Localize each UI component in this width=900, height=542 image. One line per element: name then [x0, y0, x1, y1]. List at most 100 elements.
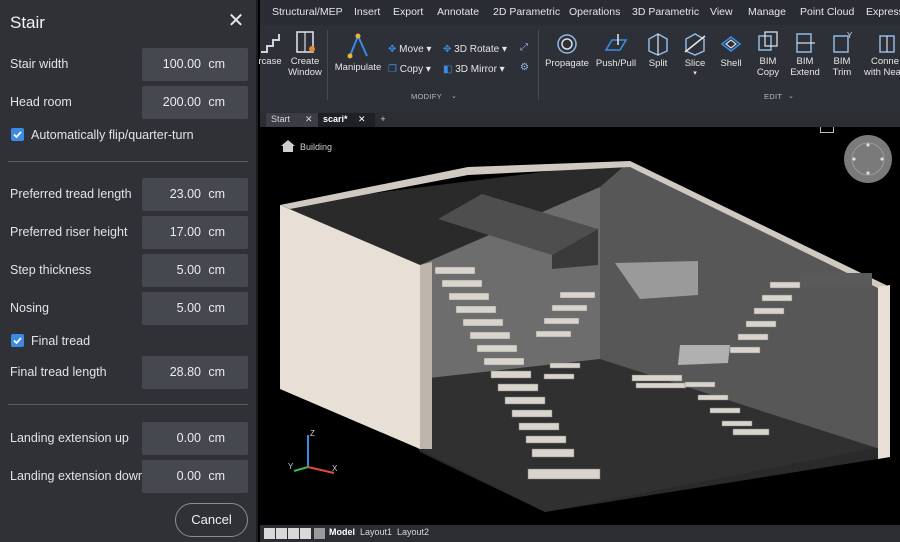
- tread-length-field[interactable]: 23.00 cm: [142, 178, 248, 211]
- auto-flip-checkbox[interactable]: Automatically flip/quarter-turn: [10, 127, 250, 145]
- tab-start-label: Start: [271, 114, 291, 124]
- landing-down-field[interactable]: 0.00 cm: [142, 460, 248, 493]
- landing-up-row: Landing extension up 0.00 cm: [0, 422, 258, 456]
- push-pull-tool[interactable]: Push/Pull: [592, 32, 640, 69]
- menu-operations[interactable]: Operations: [569, 6, 620, 18]
- shell-label: Shell: [720, 58, 742, 69]
- bim-copy-label-1: BIM: [759, 56, 777, 67]
- bim-copy-label-2: Copy: [756, 67, 780, 78]
- copy-icon: ❐: [388, 64, 397, 75]
- staircase-tool[interactable]: rcase: [254, 32, 286, 67]
- menu-2d-parametric[interactable]: 2D Parametric: [493, 6, 560, 18]
- stair-width-field[interactable]: 100.00 cm: [142, 48, 248, 81]
- move-tool[interactable]: ✥ Move ▾: [388, 44, 431, 55]
- home-icon[interactable]: [280, 139, 296, 153]
- create-window-tool[interactable]: Create Window: [287, 30, 323, 78]
- close-icon[interactable]: ✕: [226, 11, 246, 31]
- menu-annotate[interactable]: Annotate: [437, 6, 479, 18]
- viewcube-compass-icon[interactable]: [844, 135, 892, 183]
- landing-up-field[interactable]: 0.00 cm: [142, 422, 248, 455]
- tread-length-row: Preferred tread length 23.00 cm: [0, 178, 258, 212]
- divider: [8, 161, 248, 162]
- final-tread-length-label: Final tread length: [10, 365, 107, 379]
- building-breadcrumb[interactable]: Building: [300, 142, 332, 152]
- prev-layout-icon[interactable]: [276, 528, 287, 539]
- menu-manage[interactable]: Manage: [748, 6, 786, 18]
- nosing-field[interactable]: 5.00 cm: [142, 292, 248, 325]
- final-tread-length-field[interactable]: 28.80 cm: [142, 356, 248, 389]
- tread-length-unit: cm: [208, 187, 225, 201]
- axis-z-label: Z: [310, 429, 315, 438]
- landing-down-label: Landing extension down: [10, 469, 145, 483]
- close-icon[interactable]: ✕: [305, 113, 313, 126]
- riser-height-field[interactable]: 17.00 cm: [142, 216, 248, 249]
- last-layout-icon[interactable]: [300, 528, 311, 539]
- final-tread-length-row: Final tread length 28.80 cm: [0, 356, 258, 390]
- menu-view[interactable]: View: [710, 6, 733, 18]
- scale-icon[interactable]: ⤢: [520, 42, 528, 53]
- staircase-label: rcase: [258, 56, 282, 67]
- slice-tool[interactable]: Slice ▾: [678, 32, 712, 77]
- split-tool[interactable]: Split: [643, 32, 673, 69]
- menu-export[interactable]: Export: [393, 6, 423, 18]
- landing-up-unit: cm: [208, 431, 225, 445]
- head-room-field[interactable]: 200.00 cm: [142, 86, 248, 119]
- bim-extend-label-2: Extend: [790, 67, 820, 78]
- bim-trim-icon: Y: [833, 31, 853, 53]
- shell-tool[interactable]: Shell: [715, 32, 747, 69]
- stair-model-render: [280, 161, 890, 512]
- modify-group-label: MODIFY: [411, 92, 442, 101]
- cancel-button[interactable]: Cancel: [175, 503, 248, 537]
- head-room-label: Head room: [10, 95, 72, 109]
- menu-insert[interactable]: Insert: [354, 6, 380, 18]
- edit-group-label: EDIT: [764, 92, 783, 101]
- add-tab-button[interactable]: +: [376, 113, 390, 127]
- chevron-down-icon[interactable]: ▾: [678, 69, 712, 77]
- align-icon[interactable]: ⚙: [520, 62, 529, 73]
- menu-point-cloud[interactable]: Point Cloud: [800, 6, 854, 18]
- propagate-tool[interactable]: Propagate: [542, 32, 592, 69]
- menu-structural-mep[interactable]: Structural/MEP: [272, 6, 343, 18]
- tab-scari-label: scari*: [323, 114, 348, 124]
- create-window-label-1: Create: [290, 56, 320, 67]
- mirror-3d-tool[interactable]: ◧ 3D Mirror ▾: [443, 64, 505, 75]
- tab-scari[interactable]: scari* ✕: [318, 113, 375, 127]
- divider: [327, 30, 328, 100]
- nosing-unit: cm: [208, 301, 225, 315]
- rotate-3d-tool[interactable]: ✥ 3D Rotate ▾: [443, 44, 507, 55]
- menu-3d-parametric[interactable]: 3D Parametric: [632, 6, 699, 18]
- tab-model[interactable]: Model: [329, 527, 355, 537]
- close-icon[interactable]: ✕: [358, 113, 366, 126]
- next-layout-icon[interactable]: [288, 528, 299, 539]
- checkbox-checked-icon: [11, 128, 24, 141]
- create-window-label-2: Window: [288, 67, 322, 78]
- menu-bar: Structural/MEP Insert Export Annotate 2D…: [260, 0, 900, 25]
- edit-expand-icon[interactable]: ⌄: [788, 92, 794, 100]
- nosing-row: Nosing 5.00 cm: [0, 292, 258, 326]
- tread-length-value: 23.00: [169, 187, 201, 201]
- connect-tool[interactable]: Conne with Nea: [860, 30, 900, 78]
- menu-express[interactable]: Express: [866, 6, 900, 18]
- manipulate-tool[interactable]: Manipulate: [330, 32, 386, 73]
- step-thickness-field[interactable]: 5.00 cm: [142, 254, 248, 287]
- first-layout-icon[interactable]: [264, 528, 275, 539]
- rotate-3d-label: 3D Rotate: [454, 44, 500, 55]
- bim-copy-tool[interactable]: BIM Copy: [753, 30, 783, 78]
- shell-icon: [720, 35, 742, 53]
- model-viewport[interactable]: Building Z Y X: [260, 127, 900, 525]
- bim-trim-tool[interactable]: Y BIM Trim: [827, 30, 857, 78]
- stair-width-label: Stair width: [10, 57, 69, 71]
- tab-layout2[interactable]: Layout2: [397, 527, 429, 537]
- tab-start[interactable]: Start ✕: [266, 113, 321, 127]
- modify-expand-icon[interactable]: ⌄: [451, 92, 457, 100]
- viewcube-icon[interactable]: [820, 127, 834, 133]
- nosing-value: 5.00: [176, 301, 201, 315]
- final-tread-checkbox[interactable]: Final tread: [10, 333, 250, 351]
- move-icon: ✥: [388, 44, 397, 55]
- bim-extend-tool[interactable]: BIM Extend: [787, 30, 823, 78]
- layout-menu-icon[interactable]: [314, 528, 325, 539]
- tab-layout1[interactable]: Layout1: [360, 527, 392, 537]
- stair-width-unit: cm: [208, 57, 225, 71]
- staircase-icon: [261, 34, 280, 53]
- copy-tool[interactable]: ❐ Copy ▾: [388, 64, 431, 75]
